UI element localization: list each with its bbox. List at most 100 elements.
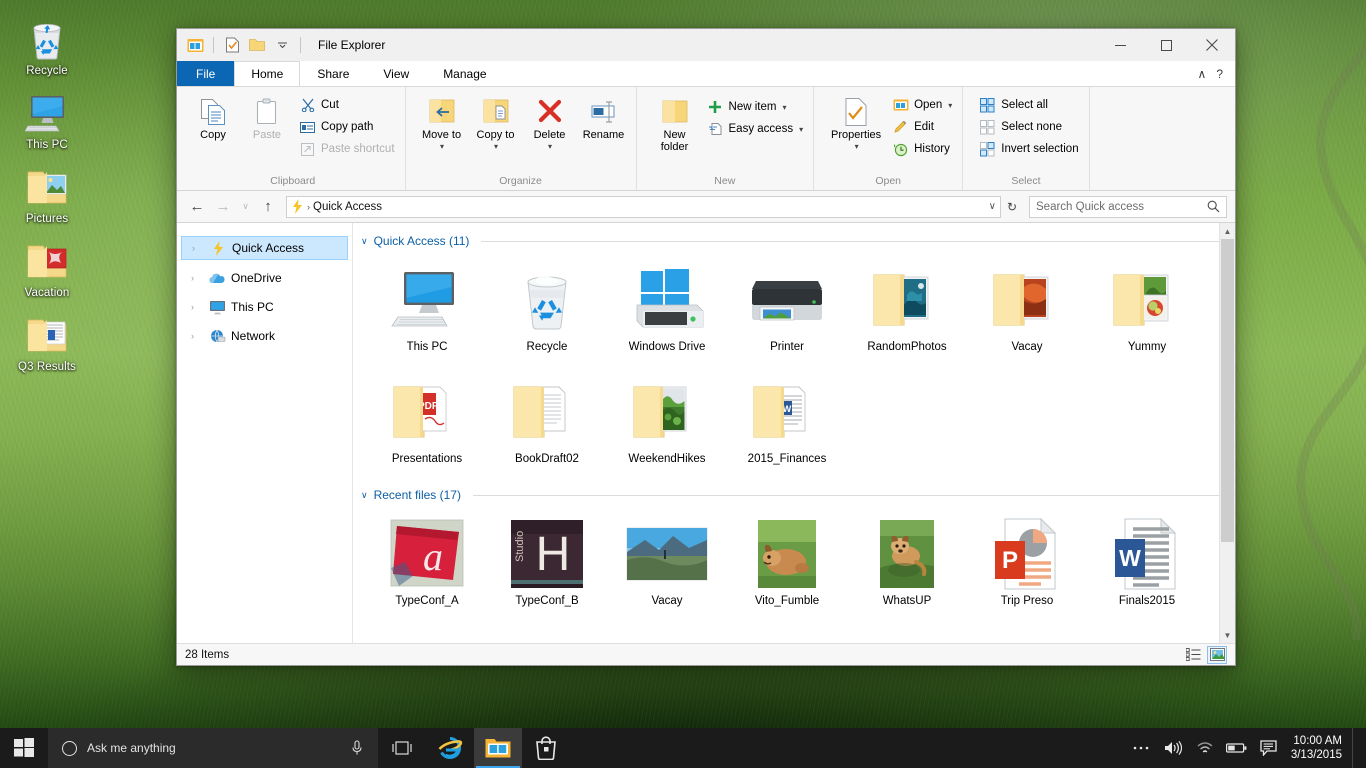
- open-button[interactable]: Open ▾: [888, 94, 956, 116]
- desktop-icon-vacation[interactable]: Vacation: [4, 236, 90, 300]
- system-tray[interactable]: 10:00 AM 3/13/2015: [1125, 728, 1366, 768]
- quick-access-toolbar[interactable]: [177, 35, 304, 55]
- desktop-icon-this-pc[interactable]: This PC: [4, 88, 90, 152]
- back-button[interactable]: ←: [185, 195, 209, 219]
- magnifier-icon[interactable]: [1207, 200, 1220, 213]
- list-item[interactable]: P Trip Preso: [967, 511, 1087, 623]
- list-item[interactable]: WhatsUP: [847, 511, 967, 623]
- task-view-button[interactable]: [378, 728, 426, 768]
- speaker-icon[interactable]: [1157, 728, 1189, 768]
- expander-icon[interactable]: ›: [191, 331, 203, 341]
- list-item[interactable]: Yummy: [1087, 257, 1207, 369]
- maximize-button[interactable]: [1143, 29, 1189, 61]
- scrollbar-thumb[interactable]: [1221, 239, 1234, 542]
- chevron-down-icon[interactable]: ∨: [361, 236, 368, 247]
- paste-shortcut-button[interactable]: Paste shortcut: [295, 138, 399, 160]
- list-item[interactable]: H Studio TypeConf_B: [487, 511, 607, 623]
- show-hidden-icons-button[interactable]: [1125, 728, 1157, 768]
- list-item[interactable]: Vacay: [967, 257, 1087, 369]
- list-item[interactable]: Windows Drive: [607, 257, 727, 369]
- invert-selection-button[interactable]: Invert selection: [975, 138, 1082, 160]
- collapse-ribbon-button[interactable]: ∧: [1198, 67, 1207, 81]
- edit-button[interactable]: Edit: [888, 116, 956, 138]
- folder-icon[interactable]: [247, 35, 267, 55]
- chevron-down-icon[interactable]: ▾: [548, 141, 552, 153]
- navigation-pane[interactable]: › Quick Access › OneDrive: [177, 223, 353, 643]
- breadcrumb-path[interactable]: Quick Access: [313, 201, 382, 213]
- details-view-button[interactable]: [1183, 646, 1203, 664]
- tab-manage[interactable]: Manage: [426, 61, 503, 86]
- show-desktop-button[interactable]: [1352, 728, 1358, 768]
- list-item[interactable]: a TypeConf_A: [367, 511, 487, 623]
- scroll-up-button[interactable]: ▲: [1220, 223, 1235, 239]
- list-item[interactable]: BookDraft02: [487, 369, 607, 481]
- taskbar-app-store[interactable]: [522, 728, 570, 768]
- scrollbar-track[interactable]: [1220, 239, 1235, 627]
- paste-button[interactable]: Paste: [241, 92, 293, 141]
- tab-share[interactable]: Share: [300, 61, 366, 86]
- vertical-scrollbar[interactable]: ▲ ▼: [1219, 223, 1235, 643]
- window-controls[interactable]: [1097, 29, 1235, 61]
- taskbar[interactable]: Ask me anything: [0, 728, 1366, 768]
- copy-to-button[interactable]: Copy to ▾: [470, 92, 522, 153]
- address-bar-row[interactable]: ← → ∨ ↑ › Quick Access ∨ ↻ Search Quick …: [177, 191, 1235, 223]
- new-folder-button[interactable]: New folder: [649, 92, 701, 153]
- search-input[interactable]: Search Quick access: [1029, 196, 1227, 218]
- chevron-down-icon[interactable]: ▾: [799, 125, 803, 134]
- address-dropdown-button[interactable]: ∨: [989, 201, 996, 212]
- list-item[interactable]: W Finals2015: [1087, 511, 1207, 623]
- title-bar[interactable]: File Explorer: [177, 29, 1235, 61]
- easy-access-button[interactable]: Easy access ▾: [703, 118, 808, 140]
- chevron-down-icon[interactable]: ∨: [361, 490, 368, 501]
- list-item[interactable]: PDF Presentations: [367, 369, 487, 481]
- list-item[interactable]: Vito_Fumble: [727, 511, 847, 623]
- chevron-down-icon[interactable]: ▾: [855, 141, 859, 153]
- list-item[interactable]: Printer: [727, 257, 847, 369]
- wifi-icon[interactable]: [1189, 728, 1221, 768]
- tab-home[interactable]: Home: [234, 61, 300, 86]
- list-item[interactable]: Recycle: [487, 257, 607, 369]
- expander-icon[interactable]: ›: [191, 302, 203, 312]
- cut-button[interactable]: Cut: [295, 94, 399, 116]
- ribbon-tabs[interactable]: File Home Share View Manage ∧ ?: [177, 61, 1235, 87]
- search-box[interactable]: Ask me anything: [48, 728, 378, 768]
- list-item[interactable]: RandomPhotos: [847, 257, 967, 369]
- start-button[interactable]: [0, 728, 48, 768]
- checked-page-icon[interactable]: [222, 35, 242, 55]
- group-header-recent-files[interactable]: ∨ Recent files (17): [353, 485, 1235, 505]
- sidebar-item-quick-access[interactable]: › Quick Access: [181, 236, 348, 260]
- tab-view[interactable]: View: [366, 61, 426, 86]
- copy-button[interactable]: Copy: [187, 92, 239, 141]
- rename-button[interactable]: Rename: [578, 92, 630, 141]
- properties-button[interactable]: Properties ▾: [826, 92, 886, 153]
- desktop-icon-pictures[interactable]: Pictures: [4, 162, 90, 226]
- chevron-down-icon[interactable]: ▾: [494, 141, 498, 153]
- file-list-content[interactable]: ∨ Quick Access (11): [353, 223, 1235, 643]
- file-explorer-window[interactable]: File Explorer File Home Share View Manag…: [176, 28, 1236, 666]
- list-item[interactable]: This PC: [367, 257, 487, 369]
- taskbar-app-internet-explorer[interactable]: [426, 728, 474, 768]
- list-item[interactable]: W 2015_Finances: [727, 369, 847, 481]
- copy-path-button[interactable]: Copy path: [295, 116, 399, 138]
- move-to-button[interactable]: Move to ▾: [416, 92, 468, 153]
- view-buttons[interactable]: [1183, 646, 1227, 664]
- chevron-down-icon[interactable]: ▾: [782, 103, 786, 112]
- battery-icon[interactable]: [1221, 728, 1253, 768]
- desktop-icon-recycle[interactable]: Recycle: [4, 14, 90, 78]
- microphone-icon[interactable]: [350, 740, 364, 756]
- new-item-button[interactable]: New item ▾: [703, 96, 808, 118]
- sidebar-item-network[interactable]: › Network: [181, 325, 348, 347]
- chevron-down-icon[interactable]: ▾: [440, 141, 444, 153]
- sidebar-item-onedrive[interactable]: › OneDrive: [181, 267, 348, 289]
- desktop-icon-q3-results[interactable]: Q3 Results: [4, 310, 90, 374]
- chevron-down-icon[interactable]: ▾: [948, 101, 952, 110]
- help-button[interactable]: ?: [1216, 67, 1223, 81]
- refresh-button[interactable]: ↻: [1003, 200, 1021, 214]
- list-item[interactable]: WeekendHikes: [607, 369, 727, 481]
- up-button[interactable]: ↑: [256, 195, 280, 219]
- recent-locations-button[interactable]: ∨: [237, 195, 254, 219]
- large-icons-view-button[interactable]: [1207, 646, 1227, 664]
- list-item[interactable]: Vacay: [607, 511, 727, 623]
- tab-file[interactable]: File: [177, 61, 234, 86]
- expander-icon[interactable]: ›: [191, 273, 203, 283]
